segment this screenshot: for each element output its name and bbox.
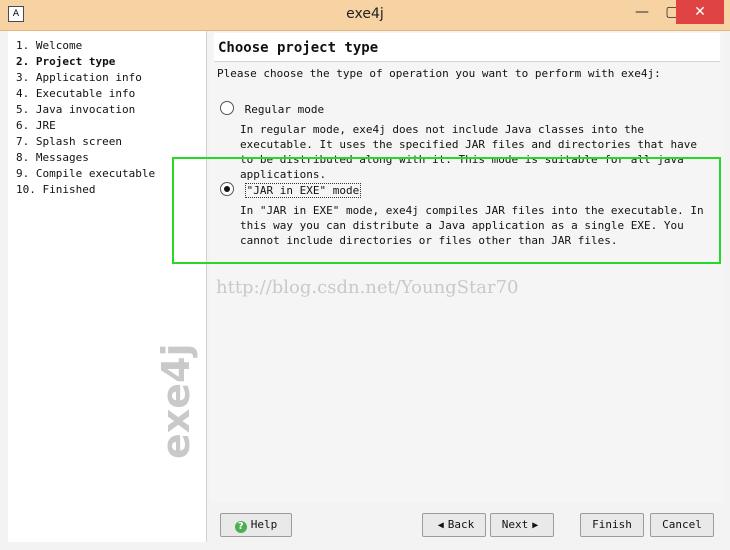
main-content: Choose project type Please choose the ty…	[210, 31, 724, 502]
step-list: 1. Welcome 2. Project type 3. Applicatio…	[16, 38, 155, 198]
next-arrow-icon: ▶	[532, 520, 539, 531]
regular-mode-label: Regular mode	[244, 103, 325, 116]
regular-mode-radio[interactable]	[220, 101, 234, 115]
next-label: Next	[501, 518, 529, 531]
help-icon: ?	[234, 521, 247, 533]
green-highlight-box	[172, 157, 721, 264]
help-button[interactable]: ? Help	[220, 513, 292, 537]
step-5[interactable]: 5. Java invocation	[16, 102, 155, 118]
step-6[interactable]: 6. JRE	[16, 118, 155, 134]
step-2[interactable]: 2. Project type	[16, 54, 155, 70]
page-title: Choose project type	[218, 40, 379, 56]
back-label: Back	[447, 518, 475, 531]
choose-prompt: Please choose the type of operation you …	[217, 67, 661, 80]
step-7[interactable]: 7. Splash screen	[16, 134, 155, 150]
step-navigation: 1. Welcome 2. Project type 3. Applicatio…	[8, 31, 207, 542]
finish-button[interactable]: Finish	[580, 513, 644, 537]
wizard-buttons: ? Help ◀ Back Next ▶ Finish Cancel	[210, 505, 724, 545]
step-4[interactable]: 4. Executable info	[16, 86, 155, 102]
step-1[interactable]: 1. Welcome	[16, 38, 155, 54]
back-arrow-icon: ◀	[437, 520, 444, 531]
step-9[interactable]: 9. Compile executable	[16, 166, 155, 182]
cancel-button[interactable]: Cancel	[650, 513, 714, 537]
page-header: Choose project type	[214, 33, 720, 62]
close-button[interactable]: ✕	[676, 0, 724, 24]
step-10[interactable]: 10. Finished	[16, 182, 155, 198]
step-8[interactable]: 8. Messages	[16, 150, 155, 166]
watermark: http://blog.csdn.net/YoungStar70	[216, 277, 519, 298]
next-button[interactable]: Next ▶	[490, 513, 554, 537]
step-3[interactable]: 3. Application info	[16, 70, 155, 86]
regular-mode-option[interactable]: Regular mode	[220, 99, 324, 116]
back-button[interactable]: ◀ Back	[422, 513, 486, 537]
title-bar: A exe4j — ▢ ✕	[0, 0, 730, 31]
help-label: Help	[250, 518, 278, 531]
